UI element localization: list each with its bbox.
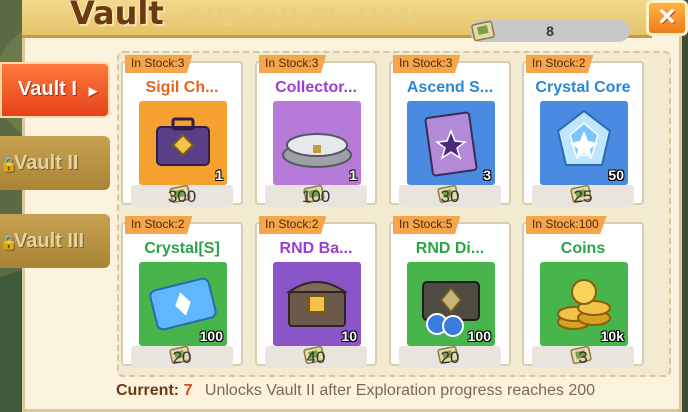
stock-badge: In Stock:100 xyxy=(526,216,607,234)
item-name: Coins xyxy=(560,240,606,257)
item-quantity: 100 xyxy=(467,328,491,344)
item-price: 30 xyxy=(440,187,460,206)
item-price: 20 xyxy=(172,348,192,367)
pedestal-icon xyxy=(273,101,361,185)
stock-badge: In Stock:2 xyxy=(259,216,327,234)
item-quantity: 1 xyxy=(349,167,357,183)
price-tag[interactable]: 20 xyxy=(131,345,233,368)
item-art: 50 xyxy=(540,101,628,185)
lock-icon: 🔒 xyxy=(0,234,18,250)
price-tag[interactable]: 20 xyxy=(399,345,501,368)
item-quantity: 10k xyxy=(600,328,624,344)
item-art: 10k xyxy=(540,262,628,346)
price-tag[interactable]: 30 xyxy=(399,184,501,207)
item-name: Sigil Ch... xyxy=(145,79,219,96)
stock-badge: In Stock:3 xyxy=(393,55,461,73)
stock-badge: In Stock:3 xyxy=(259,55,327,73)
item-card[interactable]: In Stock:3 Sigil Ch... 1 300 xyxy=(121,55,243,207)
footer-status: Current: 7 Unlocks Vault II after Explor… xyxy=(116,382,595,400)
title-decoration: ONE PUNCH MAN xyxy=(182,2,418,32)
tab-vault-1[interactable]: Vault I ▶ xyxy=(0,62,110,118)
unlock-message: Unlocks Vault II after Exploration progr… xyxy=(204,382,596,399)
item-art: 3 xyxy=(407,101,495,185)
tab-vault-3-label: Vault III xyxy=(14,230,85,252)
item-card[interactable]: In Stock:3 Ascend S... 3 30 xyxy=(389,55,511,207)
item-quantity: 100 xyxy=(199,328,223,344)
item-price: 25 xyxy=(573,187,593,206)
price-tag[interactable]: 300 xyxy=(131,184,233,207)
current-label: Current: xyxy=(116,382,180,399)
item-art: 100 xyxy=(139,262,227,346)
item-name: RND Di... xyxy=(415,240,485,257)
price-tag[interactable]: 40 xyxy=(265,345,367,368)
item-price: 20 xyxy=(440,348,460,367)
stock-badge: In Stock:2 xyxy=(125,216,193,234)
price-tag[interactable]: 25 xyxy=(532,184,634,207)
item-quantity: 1 xyxy=(215,167,223,183)
item-card[interactable]: In Stock:2 Crystal[S] 100 20 xyxy=(121,216,243,368)
item-card[interactable]: In Stock:3 Collector... 1 100 xyxy=(255,55,377,207)
item-quantity: 50 xyxy=(608,167,624,183)
item-art: 1 xyxy=(139,101,227,185)
tab-vault-3[interactable]: 🔒Vault III xyxy=(0,214,110,268)
item-name: Crystal[S] xyxy=(144,240,220,257)
item-name: Ascend S... xyxy=(406,79,494,96)
currency-amount: 8 xyxy=(546,23,554,39)
stock-badge: In Stock:5 xyxy=(393,216,461,234)
item-card[interactable]: In Stock:100 Coins 10k 3 xyxy=(522,216,644,368)
item-card[interactable]: In Stock:5 RND Di... 100 20 xyxy=(389,216,511,368)
close-button[interactable]: × xyxy=(646,0,688,36)
item-name: Collector... xyxy=(275,79,357,96)
item-card[interactable]: In Stock:2 RND Ba... 10 40 xyxy=(255,216,377,368)
scroll-icon xyxy=(407,101,495,185)
tab-vault-1-label: Vault I xyxy=(18,78,77,100)
price-tag[interactable]: 100 xyxy=(265,184,367,207)
item-quantity: 3 xyxy=(483,167,491,183)
item-card[interactable]: In Stock:2 Crystal Core 50 25 xyxy=(522,55,644,207)
chevron-right-icon: ▶ xyxy=(88,84,98,98)
currency-display: 8 xyxy=(470,20,630,42)
item-price: 40 xyxy=(306,348,326,367)
item-art: 1 xyxy=(273,101,361,185)
item-art: 10 xyxy=(273,262,361,346)
item-price: 3 xyxy=(578,348,588,367)
item-price: 100 xyxy=(301,187,331,206)
page-title: Vault xyxy=(70,0,164,32)
lock-icon: 🔒 xyxy=(0,156,18,172)
current-value: 7 xyxy=(183,382,193,399)
stock-badge: In Stock:2 xyxy=(526,55,594,73)
item-name: RND Ba... xyxy=(279,240,353,257)
stock-badge: In Stock:3 xyxy=(125,55,193,73)
item-quantity: 10 xyxy=(341,328,357,344)
tab-vault-2[interactable]: 🔒Vault II xyxy=(0,136,110,190)
price-tag[interactable]: 3 xyxy=(532,345,634,368)
item-name: Crystal Core xyxy=(535,79,631,96)
tab-vault-2-label: Vault II xyxy=(14,152,79,174)
briefcase-icon xyxy=(139,101,227,185)
item-price: 300 xyxy=(167,187,197,206)
item-art: 100 xyxy=(407,262,495,346)
